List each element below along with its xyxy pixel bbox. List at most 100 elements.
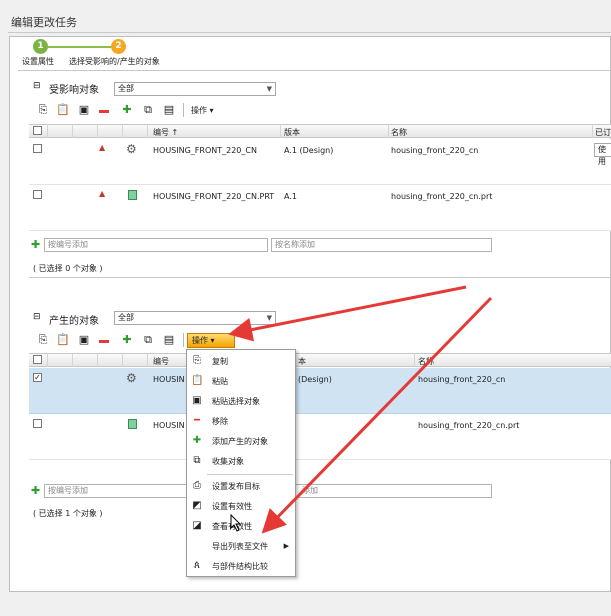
row-usage-select[interactable]: 使用 (594, 143, 611, 166)
menu-label: 与部件结构比较 (212, 562, 268, 571)
set-target-icon[interactable]: ▤ (162, 103, 176, 117)
add-by-name-input[interactable]: 添加 (271, 484, 492, 498)
resulting-ops-label: 操作 (192, 336, 208, 345)
resulting-col-number[interactable]: 编号 (153, 356, 169, 367)
row-checkbox[interactable] (33, 190, 42, 199)
col-sep (47, 124, 48, 138)
set-effectivity-icon: ◩ (192, 500, 202, 511)
gear-icon: ⚙ (126, 371, 137, 385)
menu-label: 粘贴选择对象 (212, 397, 260, 406)
copy-icon[interactable]: ⎘ (36, 103, 50, 117)
add-by-number-input[interactable]: 按编号添加 (44, 238, 268, 252)
row-checkbox-checked[interactable]: ✓ (33, 373, 42, 382)
collect-objects-icon[interactable]: ⧉ (141, 333, 155, 347)
copy-icon: ⎘ (193, 355, 201, 366)
affected-selection-status: ( 已选择 0 个对象 ) (33, 264, 103, 273)
add-icon[interactable]: ✚ (120, 333, 134, 347)
col-sep (122, 124, 123, 138)
row-version: A.1 (Design) (284, 146, 334, 155)
affected-ops-button[interactable]: 操作 ▾ (191, 105, 214, 116)
warning-triangle-icon: ▲ (99, 143, 106, 152)
chevron-down-icon: ▼ (266, 85, 272, 93)
step-1-label[interactable]: 设置属性 (22, 56, 54, 67)
menu-item-compare-structure[interactable]: ጰ 与部件结构比较 (187, 557, 295, 576)
row-checkbox[interactable] (33, 419, 42, 428)
view-effectivity-icon: ◪ (192, 520, 202, 531)
resulting-filter-select[interactable]: 全部 ▼ (114, 311, 276, 325)
col-sep (414, 353, 415, 367)
row-version: A.1 (284, 192, 297, 201)
col-sep (592, 124, 593, 138)
affected-col-extra[interactable]: 已订 (595, 127, 611, 138)
copy-icon[interactable]: ⎘ (36, 333, 50, 347)
menu-separator (207, 474, 293, 475)
resulting-ops-button[interactable]: 操作 ▾ (187, 333, 235, 348)
resulting-grid-header (29, 353, 611, 367)
step-2-label[interactable]: 选择受影响的/产生的对象 (69, 56, 160, 67)
paste-icon[interactable]: 📋 (56, 333, 70, 347)
menu-item-remove[interactable]: ━ 移除 (187, 412, 295, 431)
affected-select-all-checkbox[interactable] (33, 126, 42, 135)
row-number[interactable]: HOUSIN (153, 421, 185, 430)
paste-icon[interactable]: 📋 (56, 103, 70, 117)
row-name: housing_front_220_cn.prt (418, 421, 520, 430)
affected-section-title: 受影响对象 (49, 85, 99, 96)
add-icon[interactable]: ✚ (120, 103, 134, 117)
collapse-resulting-icon[interactable]: ⊟ (33, 312, 41, 322)
row-name: housing_front_220_cn (391, 146, 479, 155)
affected-filter-select[interactable]: 全部 ▼ (114, 82, 276, 96)
col-sep (122, 353, 123, 367)
resulting-col-version[interactable]: 本 (298, 356, 306, 367)
resulting-select-all-checkbox[interactable] (33, 355, 42, 364)
set-target-icon[interactable]: ▤ (162, 333, 176, 347)
warning-triangle-icon: ▲ (99, 189, 106, 198)
operations-menu: ⎘ 复制 📋 粘贴 ▣ 粘贴选择对象 ━ 移除 ✚ 添加产生的对象 ⧉ 收集对象 ⎙ 设置发布… (186, 349, 296, 577)
remove-icon[interactable] (99, 340, 109, 343)
menu-item-add-resulting[interactable]: ✚ 添加产生的对象 (187, 432, 295, 451)
chevron-down-icon: ▾ (210, 336, 215, 345)
affected-filter-value: 全部 (118, 84, 134, 93)
menu-item-copy[interactable]: ⎘ 复制 (187, 352, 295, 371)
affected-ops-label: 操作 (191, 106, 207, 115)
collect-objects-icon: ⧉ (193, 455, 201, 466)
affected-col-name[interactable]: 名称 (391, 127, 407, 138)
col-sep (97, 124, 98, 138)
table-row[interactable] (29, 185, 611, 231)
col-sep (47, 353, 48, 367)
menu-item-paste-selected[interactable]: ▣ 粘贴选择对象 (187, 392, 295, 411)
add-icon: ✚ (31, 238, 41, 251)
resulting-col-name[interactable]: 名称 (418, 356, 434, 367)
page-title: 编辑更改任务 (11, 16, 77, 29)
row-number[interactable]: HOUSING_FRONT_220_CN (153, 146, 257, 155)
menu-label: 粘贴 (212, 377, 228, 386)
col-sep (72, 353, 73, 367)
mouse-cursor-icon (230, 514, 242, 532)
row-name: housing_front_220_cn (418, 375, 506, 384)
menu-item-export-list[interactable]: 导出列表至文件 ▶ (187, 537, 295, 556)
add-by-name-input[interactable]: 按名称添加 (271, 238, 492, 252)
step-2-indicator[interactable]: 2 (111, 39, 126, 54)
paste-selected-icon[interactable]: ▣ (77, 333, 91, 347)
step-1-indicator[interactable]: 1 (33, 39, 48, 54)
menu-label: 添加产生的对象 (212, 437, 268, 446)
affected-col-number[interactable]: 编号 ↑ (153, 127, 178, 138)
remove-icon[interactable] (99, 110, 109, 113)
row-checkbox[interactable] (33, 144, 42, 153)
menu-item-paste[interactable]: 📋 粘贴 (187, 372, 295, 391)
toolbar-divider (183, 103, 184, 117)
col-sep (388, 124, 389, 138)
row-usage-value: 使用 (598, 145, 606, 166)
row-number[interactable]: HOUSIN (153, 375, 185, 384)
table-row[interactable] (29, 414, 611, 460)
collapse-affected-icon[interactable]: ⊟ (33, 81, 41, 91)
affected-col-version[interactable]: 版本 (284, 127, 300, 138)
collect-objects-icon[interactable]: ⧉ (141, 103, 155, 117)
menu-label: 设置发布目标 (212, 482, 260, 491)
compare-structure-icon: ጰ (194, 560, 200, 571)
menu-item-set-publish-target[interactable]: ⎙ 设置发布目标 (187, 477, 295, 496)
paste-selected-icon: ▣ (192, 395, 202, 406)
section-divider (29, 277, 611, 278)
paste-selected-icon[interactable]: ▣ (77, 103, 91, 117)
row-number[interactable]: HOUSING_FRONT_220_CN.PRT (153, 192, 274, 201)
menu-item-collect[interactable]: ⧉ 收集对象 (187, 452, 295, 471)
